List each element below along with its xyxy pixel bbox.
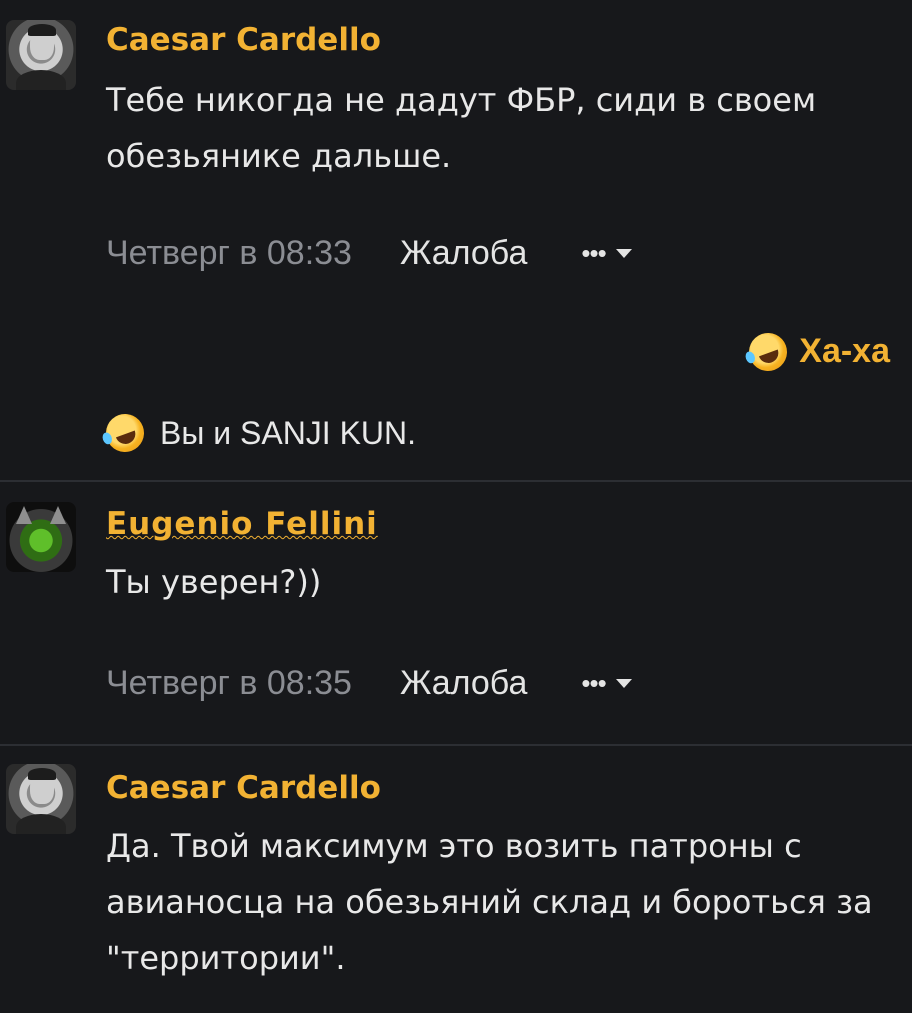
caret-down-icon bbox=[615, 249, 632, 258]
avatar-ear-left bbox=[16, 506, 32, 524]
avatar-ear-right bbox=[50, 506, 66, 524]
username[interactable]: Caesar Cardello bbox=[106, 22, 381, 58]
reactions-summary-text: Вы и SANJI KUN. bbox=[160, 414, 417, 451]
post-caesar-1: Caesar Cardello Тебе никогда не дадут ФБ… bbox=[0, 0, 912, 480]
avatar-shoulders bbox=[16, 70, 66, 90]
post-caesar-2: Caesar Cardello Да. Твой максимум это во… bbox=[0, 746, 912, 1013]
username[interactable]: Caesar Cardello bbox=[106, 770, 381, 806]
laughing-emoji-icon bbox=[743, 327, 793, 376]
post-text: Да. Твой максимум это возить патроны с а… bbox=[106, 827, 873, 977]
ellipsis-icon: ••• bbox=[581, 238, 606, 268]
reaction-button[interactable]: Ха-ха bbox=[743, 327, 890, 376]
reaction-button-label: Ха-ха bbox=[799, 332, 890, 370]
post-text: Тебе никогда не дадут ФБР, сиди в своем … bbox=[106, 81, 817, 175]
post-time[interactable]: Четверг в 08:33 bbox=[106, 234, 352, 273]
username[interactable]: Eugenio Fellini bbox=[106, 506, 378, 542]
avatar-shoulders bbox=[16, 814, 66, 834]
avatar-eugenio[interactable] bbox=[6, 502, 76, 572]
post-meta: Четверг в 08:35 Жалоба ••• bbox=[106, 664, 632, 703]
avatar-caesar[interactable] bbox=[6, 20, 76, 90]
post-eugenio: Eugenio Fellini Ты уверен?)) Четверг в 0… bbox=[0, 482, 912, 744]
more-menu-button[interactable]: ••• bbox=[581, 668, 632, 699]
ellipsis-icon: ••• bbox=[581, 668, 606, 698]
report-button[interactable]: Жалоба bbox=[400, 664, 527, 703]
reactions-summary[interactable]: Вы и SANJI KUN. bbox=[100, 408, 417, 458]
laughing-emoji-icon bbox=[100, 408, 150, 458]
avatar-caesar[interactable] bbox=[6, 764, 76, 834]
post-text: Ты уверен?)) bbox=[106, 563, 322, 601]
post-time[interactable]: Четверг в 08:35 bbox=[106, 664, 352, 703]
report-button[interactable]: Жалоба bbox=[400, 234, 527, 273]
avatar-hair bbox=[28, 768, 56, 780]
avatar-hair bbox=[28, 24, 56, 36]
post-meta: Четверг в 08:33 Жалоба ••• bbox=[106, 234, 632, 273]
more-menu-button[interactable]: ••• bbox=[581, 238, 632, 269]
caret-down-icon bbox=[615, 679, 632, 688]
